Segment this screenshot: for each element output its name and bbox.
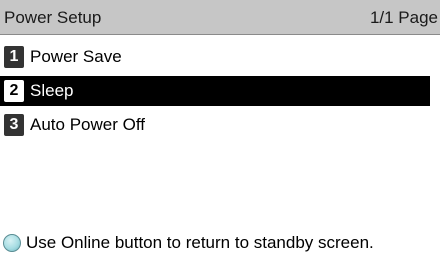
number-badge-3: 3	[4, 114, 24, 136]
menu-item-label: Power Save	[30, 47, 122, 66]
menu-item-label: Auto Power Off	[30, 115, 145, 134]
online-button-icon	[3, 234, 21, 252]
menu-item-label: Sleep	[30, 81, 74, 100]
footer-message: Use Online button to return to standby s…	[26, 233, 374, 252]
page-indicator: 1/1 Page	[369, 8, 438, 27]
page-title: Power Setup	[4, 8, 102, 27]
number-badge-2: 2	[4, 80, 24, 102]
menu-item-auto-power-off[interactable]: 3 Auto Power Off	[0, 110, 430, 140]
menu-list: 1 Power Save 2 Sleep 3 Auto Power Off	[0, 42, 440, 144]
status-footer: Use Online button to return to standby s…	[0, 232, 448, 258]
number-badge-1: 1	[4, 46, 24, 68]
menu-item-sleep[interactable]: 2 Sleep	[0, 76, 430, 106]
power-setup-screen: Power Setup 1/1 Page 1 Power Save 2 Slee…	[0, 0, 448, 261]
header-bar: Power Setup 1/1 Page	[0, 0, 440, 35]
menu-item-power-save[interactable]: 1 Power Save	[0, 42, 430, 72]
